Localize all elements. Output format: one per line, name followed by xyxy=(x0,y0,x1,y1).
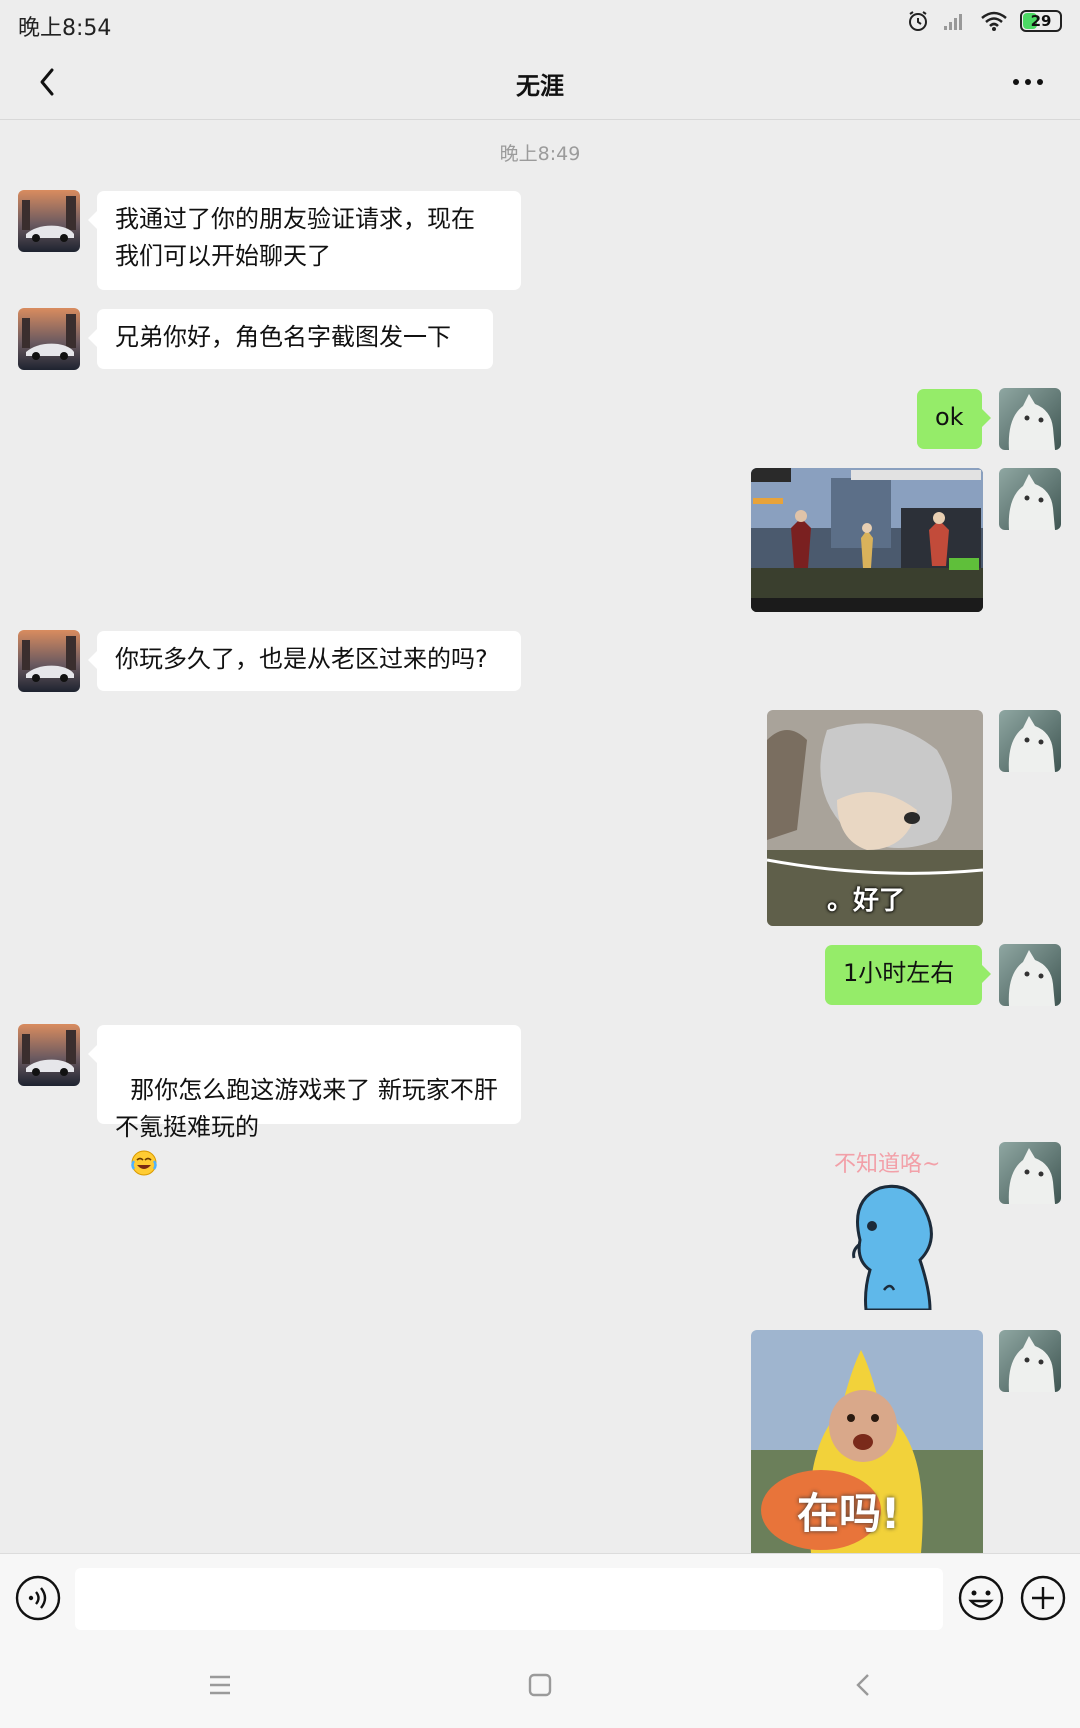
my-avatar[interactable] xyxy=(999,944,1061,1006)
plus-icon[interactable] xyxy=(1019,1574,1067,1622)
message-bubble-incoming[interactable]: 兄弟你好，角色名字截图发一下 xyxy=(88,309,493,369)
my-avatar[interactable] xyxy=(999,710,1061,772)
status-bar: 晚上8:54 29 xyxy=(0,0,1080,48)
contact-avatar[interactable] xyxy=(18,190,80,252)
emoji-icon[interactable] xyxy=(957,1574,1005,1622)
message-bubble-incoming[interactable]: 你玩多久了，也是从老区过来的吗? xyxy=(88,631,521,691)
contact-avatar[interactable] xyxy=(18,630,80,692)
more-dots-icon[interactable] xyxy=(1004,62,1052,102)
image-message-game-screenshot[interactable] xyxy=(751,468,983,612)
message-input-bar xyxy=(0,1553,1080,1643)
back-icon[interactable] xyxy=(844,1665,884,1705)
status-icons: 29 xyxy=(906,9,1062,33)
chat-header: 无涯 xyxy=(0,48,1080,120)
message-bubble-incoming[interactable]: 那你怎么跑这游戏来了 新玩家不肝 不氪挺难玩的 xyxy=(88,1025,521,1176)
my-avatar[interactable] xyxy=(999,1142,1061,1204)
contact-avatar[interactable] xyxy=(18,308,80,370)
contact-avatar[interactable] xyxy=(18,1024,80,1086)
status-time: 晚上8:54 xyxy=(18,16,112,41)
my-avatar[interactable] xyxy=(999,1330,1061,1392)
sticker-caption: 。好了 xyxy=(827,886,906,916)
chat-timestamp: 晚上8:49 xyxy=(499,143,581,165)
alarm-icon xyxy=(909,11,927,31)
home-icon[interactable] xyxy=(520,1665,560,1705)
message-input[interactable] xyxy=(75,1568,943,1630)
voice-icon[interactable] xyxy=(14,1574,62,1622)
chat-title: 无涯 xyxy=(516,72,564,100)
my-avatar[interactable] xyxy=(999,388,1061,450)
battery-level: 29 xyxy=(1030,12,1052,30)
battery-icon: 29 xyxy=(1020,10,1062,32)
sticker-caption: 在吗! xyxy=(797,1489,901,1538)
menu-icon[interactable] xyxy=(200,1665,240,1705)
sticker-message-dog[interactable]: 。好了 xyxy=(767,710,983,926)
my-avatar[interactable] xyxy=(999,468,1061,530)
laughing-crying-emoji-icon xyxy=(131,1150,158,1176)
signal-icon xyxy=(944,14,962,30)
message-bubble-outgoing[interactable]: ok xyxy=(917,389,991,449)
sticker-message-blue-creature[interactable]: 不知道咯~ xyxy=(820,1140,980,1310)
message-bubble-incoming[interactable]: 我通过了你的朋友验证请求，现在 我们可以开始聊天了 xyxy=(88,191,521,290)
message-text: 那你怎么跑这游戏来了 新玩家不肝 不氪挺难玩的 xyxy=(115,1076,498,1141)
wifi-icon xyxy=(981,11,1007,31)
system-navigation-bar xyxy=(0,1643,1080,1728)
sticker-message-teletubby[interactable]: 在吗! xyxy=(751,1330,983,1553)
message-bubble-outgoing[interactable]: 1小时左右 xyxy=(825,945,991,1005)
